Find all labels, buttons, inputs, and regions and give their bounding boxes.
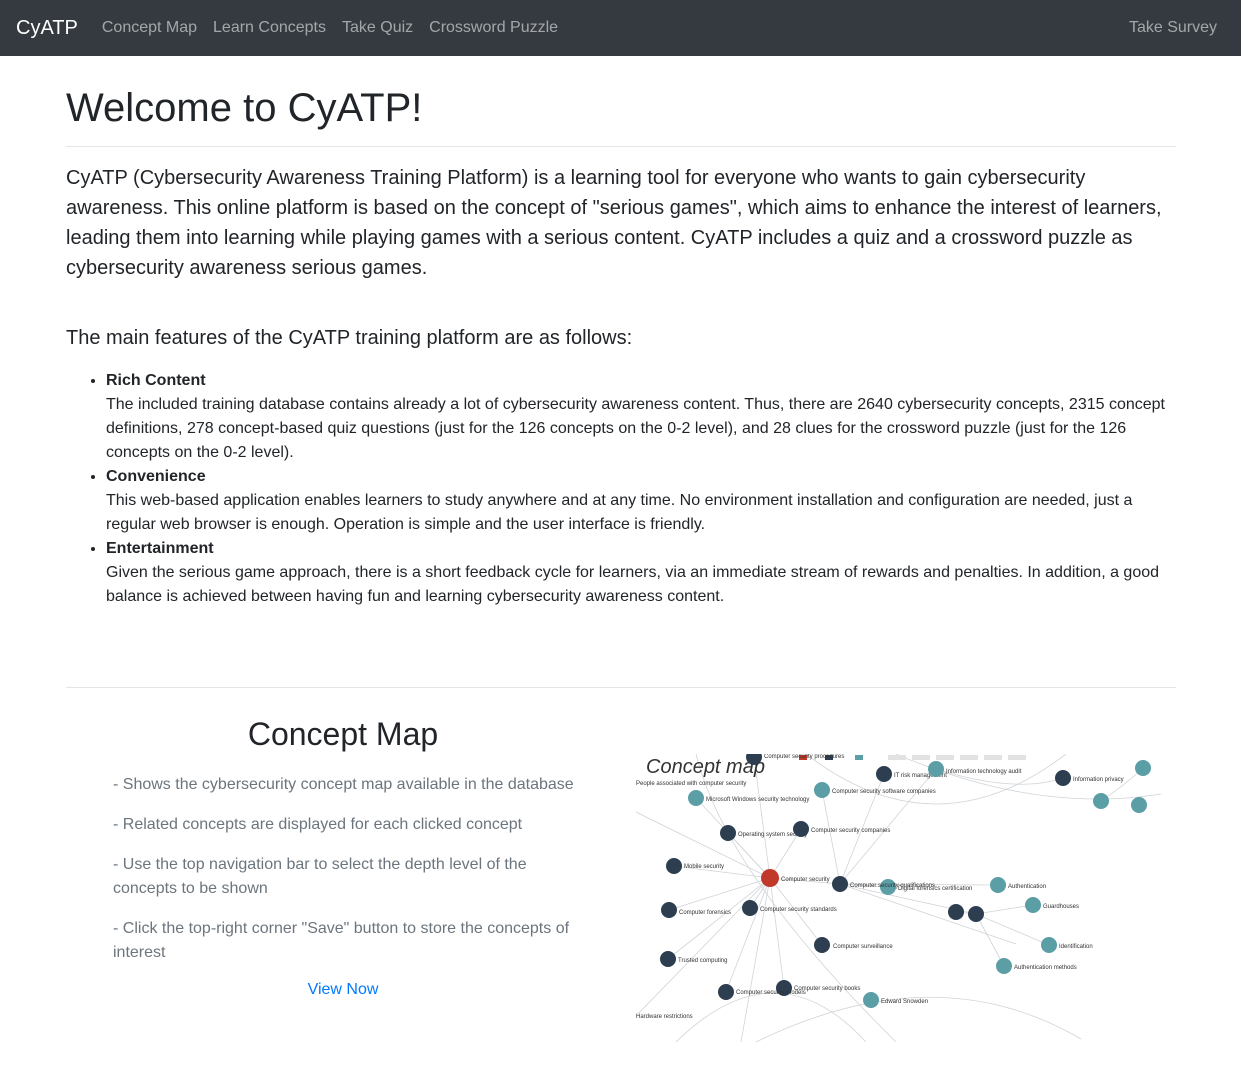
svg-text:Computer surveillance: Computer surveillance [833, 944, 893, 950]
feature-convenience: Convenience This web-based application e… [106, 465, 1176, 537]
brand-logo[interactable]: CyATP [16, 17, 78, 40]
concept-map-description: - Shows the cybersecurity concept map av… [113, 773, 583, 965]
svg-text:Identification: Identification [1059, 944, 1093, 950]
description-line: - Click the top-right corner "Save" butt… [113, 920, 570, 961]
description-line: - Shows the cybersecurity concept map av… [113, 776, 574, 793]
intro-paragraph: CyATP (Cybersecurity Awareness Training … [66, 167, 1162, 279]
page-title: Welcome to CyATP! [66, 86, 423, 130]
svg-text:People associated with compute: People associated with computer security [636, 781, 746, 787]
features-list: Rich Content The included training datab… [66, 369, 1176, 609]
svg-text:Computer security procedures: Computer security procedures [764, 754, 844, 760]
nav-concept-map[interactable]: Concept Map [94, 19, 205, 37]
view-now-link[interactable]: View Now [66, 981, 620, 999]
concept-map-heading: Concept Map [247, 716, 439, 752]
svg-text:Computer security companies: Computer security companies [811, 828, 890, 834]
top-navbar: CyATP Concept Map Learn Concepts Take Qu… [0, 0, 1241, 56]
concept-map-graph: Concept map Computer security procedures… [636, 754, 1161, 1042]
svg-text:Computer security software com: Computer security software companies [832, 789, 936, 795]
main-content: Welcome to CyATP! CyATP (Cybersecurity A… [66, 56, 1176, 1042]
crossword-highlight: crossword puzzle [951, 227, 1106, 249]
description-line: - Related concepts are displayed for eac… [113, 816, 523, 833]
concept-map-section: Concept Map - Shows the cybersecurity co… [66, 716, 620, 999]
svg-text:Guardhouses: Guardhouses [1043, 904, 1079, 910]
svg-text:Information technology audit: Information technology audit [946, 769, 1022, 775]
section-divider [66, 687, 1176, 688]
svg-text:Computer forensics: Computer forensics [679, 910, 731, 916]
feature-entertainment: Entertainment Given the serious game app… [106, 537, 1176, 609]
svg-text:Authentication methods: Authentication methods [1014, 965, 1077, 971]
svg-text:Authentication: Authentication [1008, 884, 1046, 890]
svg-text:Computer security books: Computer security books [794, 986, 860, 992]
svg-text:Computer security standards: Computer security standards [760, 907, 837, 913]
description-line: - Use the top navigation bar to select t… [113, 856, 527, 897]
svg-text:Hardware restrictions: Hardware restrictions [636, 1014, 693, 1020]
nav-take-survey[interactable]: Take Survey [1121, 19, 1225, 37]
quiz-highlight: quiz [853, 227, 891, 249]
svg-text:Mobile security: Mobile security [684, 864, 724, 870]
nav-take-quiz[interactable]: Take Quiz [334, 19, 421, 37]
svg-text:Edward Snowden: Edward Snowden [881, 999, 928, 1005]
divider [66, 146, 1176, 147]
nav-learn-concepts[interactable]: Learn Concepts [205, 19, 334, 37]
feature-title: Convenience [106, 468, 206, 485]
feature-title: Rich Content [106, 372, 206, 389]
svg-text:Information privacy: Information privacy [1073, 777, 1124, 783]
svg-text:Digital forensics certificatio: Digital forensics certification [898, 886, 972, 892]
svg-text:Trusted computing: Trusted computing [678, 958, 727, 964]
nav-crossword-puzzle[interactable]: Crossword Puzzle [421, 19, 566, 37]
feature-text: This web-based application enables learn… [106, 492, 1133, 533]
features-lead: The main features of the CyATP training … [66, 327, 633, 349]
svg-text:Microsoft Windows security tec: Microsoft Windows security technology [706, 797, 809, 803]
feature-text: Given the serious game approach, there i… [106, 564, 1160, 605]
svg-text:Computer security: Computer security [781, 877, 830, 883]
feature-title: Entertainment [106, 540, 214, 557]
concept-map-preview-image: Concept map Computer security procedures… [636, 754, 1161, 1042]
feature-rich-content: Rich Content The included training datab… [106, 369, 1176, 465]
feature-text: The included training database contains … [106, 396, 1165, 461]
